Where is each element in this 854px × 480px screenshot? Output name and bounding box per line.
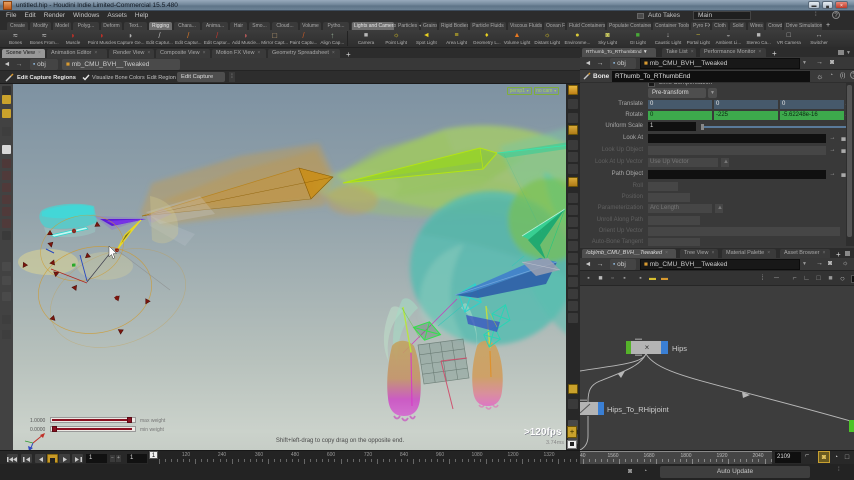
svg-text:×: × — [645, 343, 650, 352]
svg-text:Hips_To_RHipjoint: Hips_To_RHipjoint — [607, 405, 670, 414]
svg-text:Hips: Hips — [672, 344, 687, 353]
